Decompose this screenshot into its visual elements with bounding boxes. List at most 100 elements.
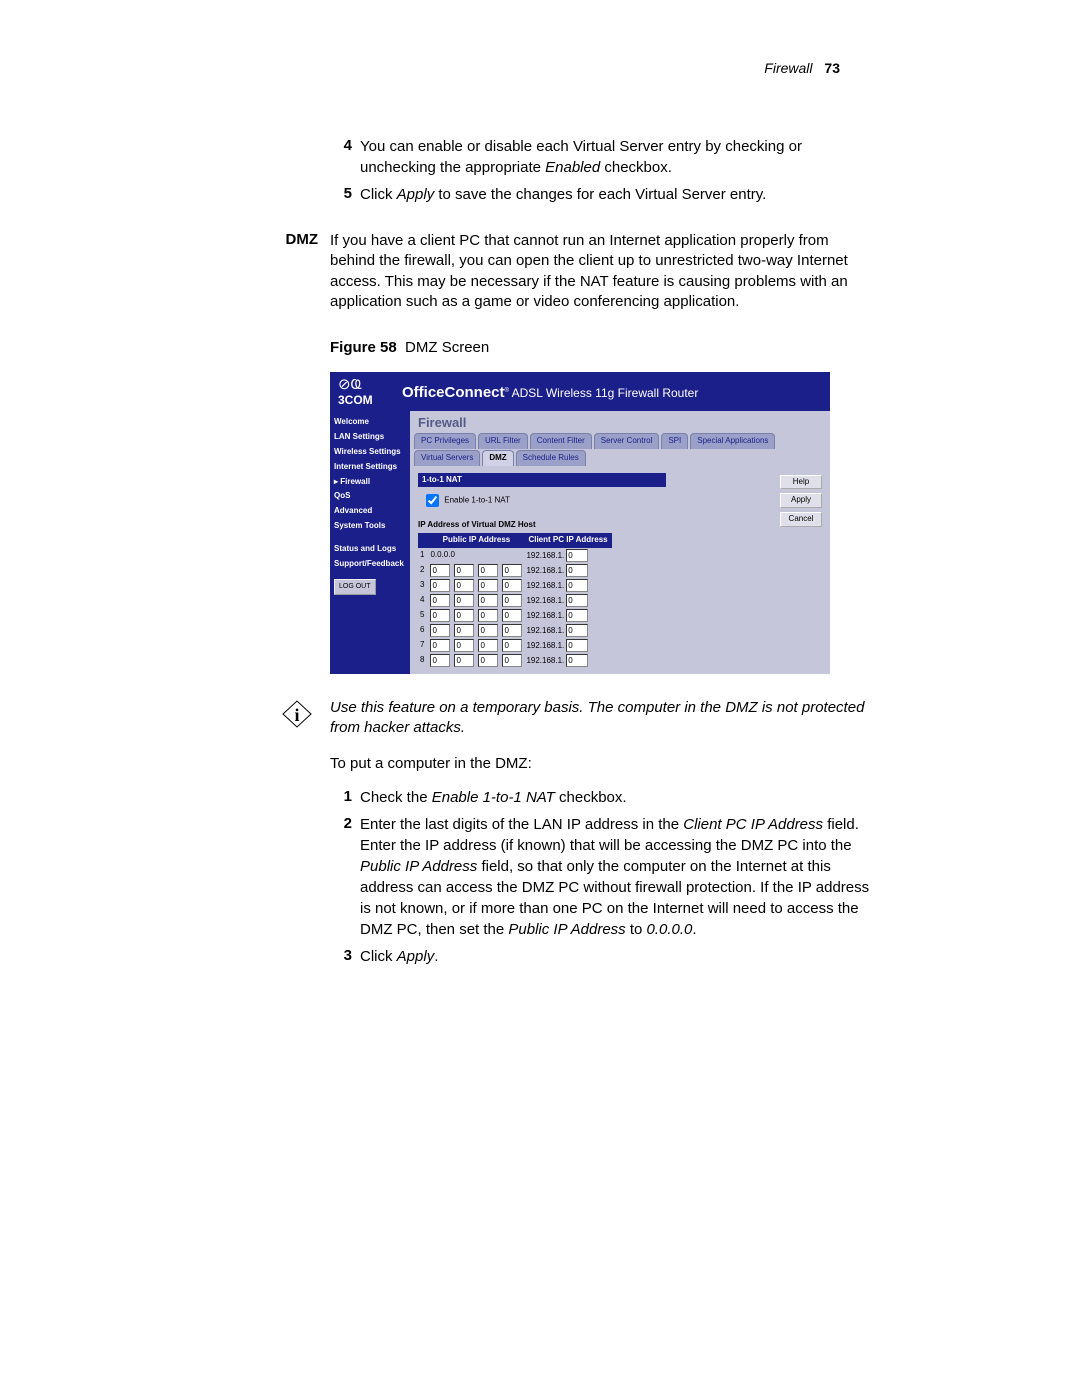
tab-item[interactable]: Schedule Rules bbox=[516, 450, 586, 466]
public-ip-octet[interactable] bbox=[430, 639, 450, 652]
section-name: Firewall bbox=[764, 60, 812, 76]
client-ip-prefix: 192.168.1. bbox=[526, 656, 566, 665]
dmz-intro: To put a computer in the DMZ: bbox=[330, 754, 870, 774]
public-ip-octet[interactable] bbox=[502, 609, 522, 622]
table-row: 3192.168.1. bbox=[418, 578, 612, 593]
public-ip-octet[interactable] bbox=[478, 609, 498, 622]
step-item: 2Enter the last digits of the LAN IP add… bbox=[330, 814, 870, 940]
public-ip-octet[interactable] bbox=[430, 594, 450, 607]
table-row: 4192.168.1. bbox=[418, 593, 612, 608]
tab-item[interactable]: SPI bbox=[661, 433, 688, 449]
client-ip-last-octet[interactable] bbox=[566, 654, 588, 667]
help-button[interactable]: Help bbox=[780, 475, 822, 490]
client-ip-prefix: 192.168.1. bbox=[526, 626, 566, 635]
nav-item[interactable]: Advanced bbox=[334, 504, 406, 519]
logout-button[interactable]: LOG OUT bbox=[334, 579, 376, 594]
page-header: Firewall 73 bbox=[60, 60, 1020, 76]
public-ip-octet[interactable] bbox=[454, 639, 474, 652]
public-ip-octet[interactable] bbox=[478, 564, 498, 577]
public-ip-octet[interactable] bbox=[430, 624, 450, 637]
public-ip-octet[interactable] bbox=[502, 624, 522, 637]
table-row: 8192.168.1. bbox=[418, 653, 612, 668]
public-ip-octet[interactable] bbox=[430, 579, 450, 592]
section-virtual-dmz: IP Address of Virtual DMZ Host bbox=[418, 518, 822, 533]
public-ip-octet[interactable] bbox=[478, 639, 498, 652]
client-ip-last-octet[interactable] bbox=[566, 639, 588, 652]
public-ip-octet[interactable] bbox=[454, 609, 474, 622]
table-row: 7192.168.1. bbox=[418, 638, 612, 653]
public-ip-octet[interactable] bbox=[430, 564, 450, 577]
tab-item[interactable]: Server Control bbox=[594, 433, 660, 449]
client-ip-last-octet[interactable] bbox=[566, 549, 588, 562]
section-1to1-nat: 1-to-1 NAT bbox=[418, 473, 666, 488]
public-ip-octet[interactable] bbox=[454, 579, 474, 592]
public-ip-octet[interactable] bbox=[502, 594, 522, 607]
figure-caption: Figure 58 DMZ Screen bbox=[330, 338, 870, 358]
public-ip-octet[interactable] bbox=[478, 654, 498, 667]
step-item: 3Click Apply. bbox=[330, 946, 870, 967]
client-ip-last-octet[interactable] bbox=[566, 579, 588, 592]
client-ip-prefix: 192.168.1. bbox=[526, 611, 566, 620]
public-ip-octet[interactable] bbox=[478, 594, 498, 607]
tab-item[interactable]: DMZ bbox=[482, 450, 513, 466]
public-ip-static: 0.0.0.0 bbox=[430, 550, 454, 559]
client-ip-prefix: 192.168.1. bbox=[526, 641, 566, 650]
page-number: 73 bbox=[824, 60, 840, 76]
router-page-title: Firewall bbox=[410, 411, 830, 433]
public-ip-octet[interactable] bbox=[502, 639, 522, 652]
client-ip-prefix: 192.168.1. bbox=[526, 596, 566, 605]
nav-item[interactable]: Status and Logs bbox=[334, 542, 406, 557]
nav-item[interactable]: Internet Settings bbox=[334, 460, 406, 475]
info-note: Use this feature on a temporary basis. T… bbox=[330, 698, 870, 739]
nav-item[interactable]: Welcome bbox=[334, 415, 406, 430]
step-number: 4 bbox=[330, 136, 360, 178]
nav-item[interactable]: Support/Feedback bbox=[334, 557, 406, 572]
client-ip-prefix: 192.168.1. bbox=[526, 566, 566, 575]
dmz-screenshot: ⊘Ҩ 3COM OfficeConnect® ADSL Wireless 11g… bbox=[330, 372, 830, 674]
public-ip-octet[interactable] bbox=[454, 624, 474, 637]
public-ip-octet[interactable] bbox=[502, 564, 522, 577]
nav-item[interactable]: QoS bbox=[334, 489, 406, 504]
product-title: OfficeConnect® ADSL Wireless 11g Firewal… bbox=[402, 383, 698, 403]
table-row: 6192.168.1. bbox=[418, 623, 612, 638]
public-ip-octet[interactable] bbox=[454, 564, 474, 577]
step-number: 3 bbox=[330, 946, 360, 967]
public-ip-octet[interactable] bbox=[454, 594, 474, 607]
public-ip-octet[interactable] bbox=[478, 624, 498, 637]
public-ip-octet[interactable] bbox=[430, 654, 450, 667]
svg-text:i: i bbox=[294, 705, 299, 725]
apply-button[interactable]: Apply bbox=[780, 493, 822, 508]
table-row: 2192.168.1. bbox=[418, 563, 612, 578]
enable-1to1-nat-checkbox[interactable] bbox=[426, 494, 439, 507]
public-ip-octet[interactable] bbox=[502, 579, 522, 592]
info-icon: i bbox=[282, 700, 312, 728]
tab-item[interactable]: Content Filter bbox=[530, 433, 592, 449]
table-row: 5192.168.1. bbox=[418, 608, 612, 623]
nav-item[interactable]: Firewall bbox=[334, 475, 406, 490]
public-ip-octet[interactable] bbox=[502, 654, 522, 667]
tab-item[interactable]: Virtual Servers bbox=[414, 450, 480, 466]
step-item: 4You can enable or disable each Virtual … bbox=[330, 136, 870, 178]
tab-item[interactable]: Special Applications bbox=[690, 433, 775, 449]
tab-item[interactable]: PC Privileges bbox=[414, 433, 476, 449]
client-ip-last-octet[interactable] bbox=[566, 594, 588, 607]
client-ip-last-octet[interactable] bbox=[566, 564, 588, 577]
step-number: 1 bbox=[330, 787, 360, 808]
nav-item[interactable]: System Tools bbox=[334, 519, 406, 534]
cancel-button[interactable]: Cancel bbox=[780, 512, 822, 527]
nav-item[interactable]: LAN Settings bbox=[334, 430, 406, 445]
public-ip-octet[interactable] bbox=[454, 654, 474, 667]
step-item: 5Click Apply to save the changes for eac… bbox=[330, 184, 870, 205]
col-client-ip: Client PC IP Address bbox=[524, 533, 611, 548]
public-ip-octet[interactable] bbox=[430, 609, 450, 622]
dmz-body: If you have a client PC that cannot run … bbox=[330, 231, 870, 312]
client-ip-last-octet[interactable] bbox=[566, 624, 588, 637]
client-ip-last-octet[interactable] bbox=[566, 609, 588, 622]
nav-item[interactable]: Wireless Settings bbox=[334, 445, 406, 460]
step-number: 5 bbox=[330, 184, 360, 205]
public-ip-octet[interactable] bbox=[478, 579, 498, 592]
client-ip-prefix: 192.168.1. bbox=[526, 551, 566, 560]
tab-item[interactable]: URL Filter bbox=[478, 433, 528, 449]
dmz-heading: DMZ bbox=[60, 231, 330, 248]
step-item: 1Check the Enable 1-to-1 NAT checkbox. bbox=[330, 787, 870, 808]
